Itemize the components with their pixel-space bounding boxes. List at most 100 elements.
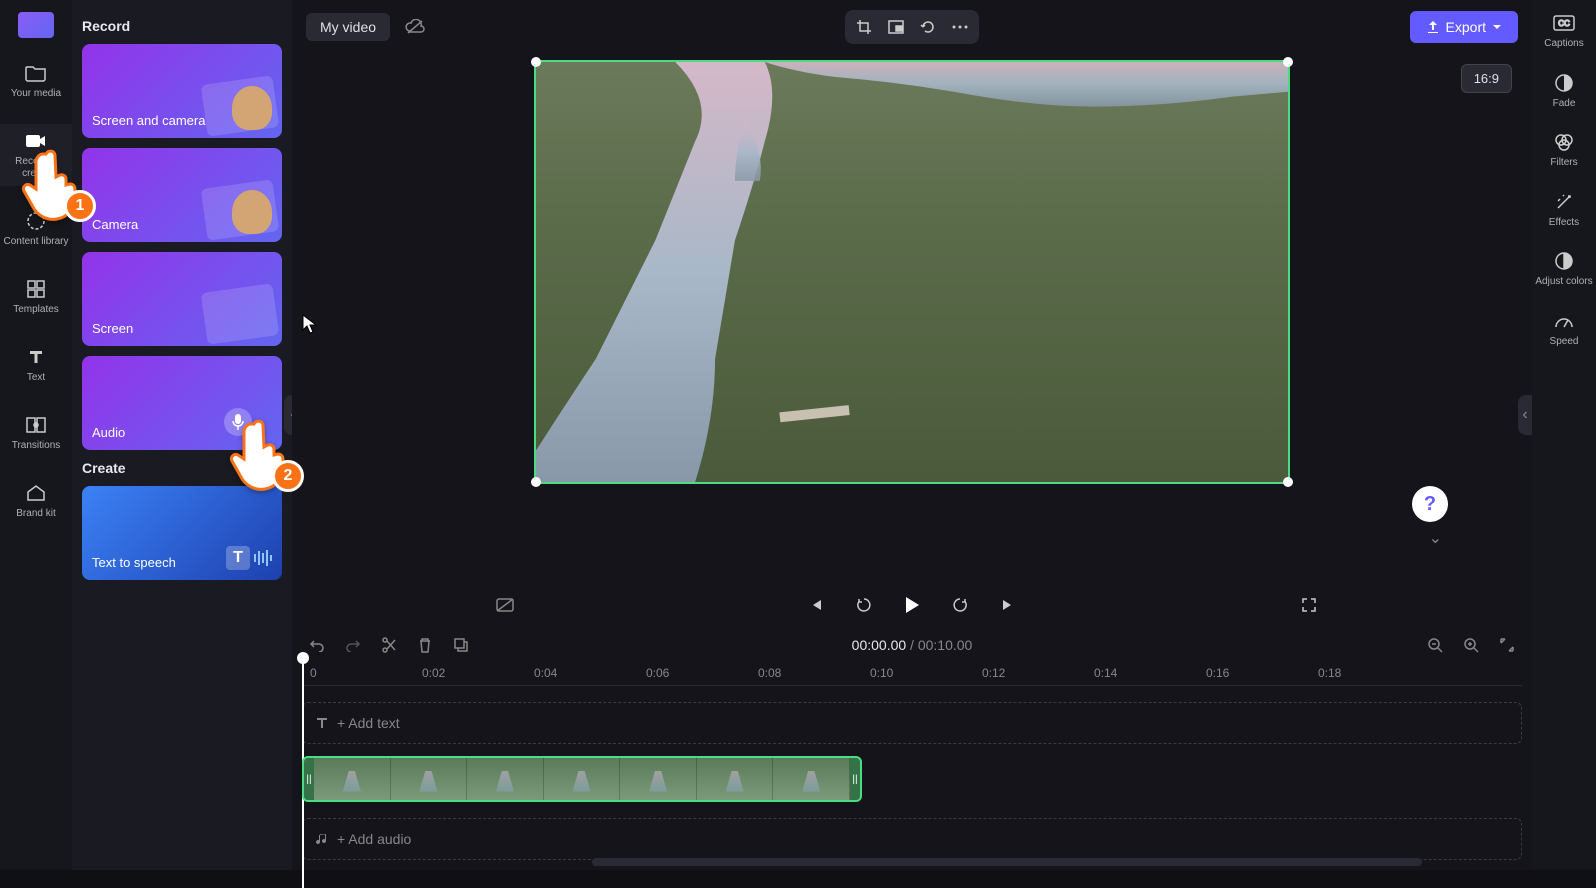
rail-speed[interactable]: Speed bbox=[1550, 310, 1579, 348]
rail-captions[interactable]: CC Captions bbox=[1544, 12, 1583, 50]
video-preview[interactable] bbox=[534, 60, 1290, 484]
record-heading: Record bbox=[82, 18, 282, 34]
redo-icon[interactable] bbox=[342, 634, 364, 656]
card-camera[interactable]: Camera bbox=[82, 148, 282, 242]
undo-icon[interactable] bbox=[306, 634, 328, 656]
rail-label: Fade bbox=[1553, 98, 1576, 110]
speed-icon bbox=[1553, 310, 1575, 332]
video-track[interactable]: || || bbox=[302, 756, 1522, 802]
fullscreen-icon[interactable] bbox=[1296, 592, 1322, 618]
project-title[interactable]: My video bbox=[306, 13, 390, 41]
card-text-to-speech[interactable]: T Text to speech bbox=[82, 486, 282, 580]
expand-right-panel-button[interactable]: ‹ bbox=[1518, 395, 1532, 435]
card-screen-and-camera[interactable]: Screen and camera bbox=[82, 44, 282, 138]
rail-text[interactable]: Text bbox=[0, 340, 72, 390]
hide-preview-icon[interactable] bbox=[492, 592, 518, 618]
rail-your-media[interactable]: Your media bbox=[0, 56, 72, 106]
rail-label: Effects bbox=[1549, 217, 1579, 229]
rail-templates[interactable]: Templates bbox=[0, 272, 72, 322]
card-screen[interactable]: Screen bbox=[82, 252, 282, 346]
skip-back-icon[interactable] bbox=[803, 592, 829, 618]
text-icon bbox=[25, 346, 47, 368]
card-audio[interactable]: Audio bbox=[82, 356, 282, 450]
timecode: 00:00.00 / 00:10.00 bbox=[852, 637, 973, 653]
rail-label: Your media bbox=[11, 88, 61, 100]
ruler-tick: 0:10 bbox=[870, 666, 893, 680]
selection-handle[interactable] bbox=[531, 477, 541, 487]
chevron-down-icon[interactable]: ⌄ bbox=[1429, 528, 1442, 548]
text-icon: T bbox=[226, 546, 250, 570]
effects-icon bbox=[1553, 191, 1575, 213]
clip-thumbnails bbox=[314, 758, 850, 800]
templates-icon bbox=[25, 278, 47, 300]
ruler-tick: 0:08 bbox=[758, 666, 781, 680]
rotate-icon[interactable] bbox=[913, 14, 943, 40]
ruler-tick: 0:16 bbox=[1206, 666, 1229, 680]
ruler-tick: 0:14 bbox=[1094, 666, 1117, 680]
library-icon bbox=[25, 210, 47, 232]
create-heading: Create bbox=[82, 460, 282, 476]
horizontal-scrollbar[interactable] bbox=[592, 858, 1422, 866]
fit-icon[interactable] bbox=[1496, 634, 1518, 656]
more-icon[interactable] bbox=[945, 14, 975, 40]
rail-content-library[interactable]: Content library bbox=[0, 204, 72, 254]
skip-forward-icon[interactable] bbox=[995, 592, 1021, 618]
rail-label: Filters bbox=[1550, 157, 1577, 169]
microphone-icon bbox=[224, 408, 252, 436]
brand-kit-icon bbox=[25, 482, 47, 504]
rail-filters[interactable]: Filters bbox=[1550, 131, 1577, 169]
zoom-in-icon[interactable] bbox=[1460, 634, 1482, 656]
fade-icon bbox=[1553, 72, 1575, 94]
audio-track[interactable]: + Add audio bbox=[302, 818, 1522, 860]
selection-handle[interactable] bbox=[1283, 477, 1293, 487]
export-label: Export bbox=[1446, 19, 1486, 35]
rail-label: Record & create bbox=[2, 156, 70, 180]
cloud-sync-icon[interactable] bbox=[400, 14, 430, 40]
zoom-out-icon[interactable] bbox=[1424, 634, 1446, 656]
collapse-panel-button[interactable]: ‹ bbox=[284, 395, 292, 435]
play-button[interactable] bbox=[899, 592, 925, 618]
delete-icon[interactable] bbox=[414, 634, 436, 656]
add-audio-label: + Add audio bbox=[337, 831, 411, 847]
ruler-tick: 0:04 bbox=[534, 666, 557, 680]
rail-label: Adjust colors bbox=[1535, 276, 1592, 288]
rail-transitions[interactable]: Transitions bbox=[0, 408, 72, 458]
rail-fade[interactable]: Fade bbox=[1553, 72, 1576, 110]
selection-handle[interactable] bbox=[1283, 57, 1293, 67]
crop-icon[interactable] bbox=[849, 14, 879, 40]
clip-trim-handle-right[interactable]: || bbox=[850, 758, 860, 800]
timeline-ruler[interactable]: 0 0:02 0:04 0:06 0:08 0:10 0:12 0:14 0:1… bbox=[302, 662, 1522, 686]
clip-trim-handle-left[interactable]: || bbox=[304, 758, 314, 800]
split-icon[interactable] bbox=[378, 634, 400, 656]
help-button[interactable]: ? bbox=[1412, 486, 1448, 522]
app-logo[interactable] bbox=[18, 12, 54, 38]
music-note-icon bbox=[315, 832, 329, 846]
rail-label: Brand kit bbox=[16, 508, 55, 520]
adjust-colors-icon bbox=[1553, 250, 1575, 272]
waveform-icon bbox=[254, 550, 272, 566]
folder-icon bbox=[25, 62, 47, 84]
rail-adjust-colors[interactable]: Adjust colors bbox=[1535, 250, 1592, 288]
rail-record-create[interactable]: Record & create bbox=[0, 124, 72, 186]
face-deco-icon bbox=[232, 190, 272, 234]
export-button[interactable]: Export bbox=[1410, 11, 1518, 43]
text-track[interactable]: + Add text bbox=[302, 702, 1522, 744]
rail-effects[interactable]: Effects bbox=[1549, 191, 1579, 229]
rail-brand-kit[interactable]: Brand kit bbox=[0, 476, 72, 526]
rewind-icon[interactable] bbox=[851, 592, 877, 618]
ruler-tick: 0:12 bbox=[982, 666, 1005, 680]
timeline[interactable]: 0 0:02 0:04 0:06 0:08 0:10 0:12 0:14 0:1… bbox=[292, 662, 1532, 870]
pip-icon[interactable] bbox=[881, 14, 911, 40]
svg-text:CC: CC bbox=[1558, 19, 1570, 28]
selection-handle[interactable] bbox=[531, 57, 541, 67]
forward-icon[interactable] bbox=[947, 592, 973, 618]
main-area: My video Export 16:9 bbox=[292, 0, 1532, 870]
rail-label: Text bbox=[27, 372, 45, 384]
rail-label: Speed bbox=[1550, 336, 1579, 348]
preview-scene bbox=[536, 62, 1288, 482]
card-label: Camera bbox=[92, 217, 138, 232]
text-icon bbox=[315, 716, 329, 730]
duplicate-icon[interactable] bbox=[450, 634, 472, 656]
video-clip[interactable]: || || bbox=[302, 756, 862, 802]
window-deco-icon bbox=[201, 283, 280, 345]
